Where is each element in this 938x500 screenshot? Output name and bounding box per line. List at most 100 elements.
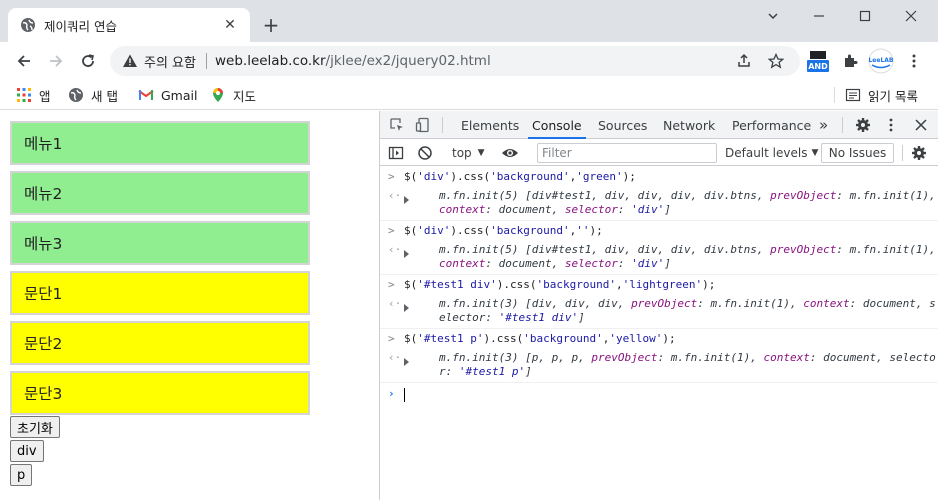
browser-tab[interactable]: 제이쿼리 연습 ✕ <box>8 8 250 42</box>
console-input-line: > $('div').css('background','green'); <box>380 170 938 184</box>
bookmark-gmail[interactable]: Gmail <box>138 85 197 105</box>
extensions-puzzle-icon[interactable] <box>838 49 862 73</box>
maps-pin-icon <box>210 87 226 103</box>
devtools-separator <box>902 145 903 161</box>
profile-label: LeeLAB <box>868 57 894 64</box>
devtools-tab-bar: Elements Console Sources Network Perform… <box>380 111 938 139</box>
chevron-down-icon: ▼ <box>811 148 819 158</box>
window-close-icon[interactable] <box>888 0 934 32</box>
title-bar: 제이쿼리 연습 ✕ + <box>0 0 938 42</box>
bookmark-label: 지도 <box>233 88 257 104</box>
expand-triangle-icon[interactable] <box>404 304 409 312</box>
share-icon[interactable] <box>732 49 756 73</box>
console-input-line: > $('#test1 p').css('background','yellow'… <box>380 332 938 346</box>
input-prompt-icon: > <box>388 332 395 345</box>
paragraph-box-3: 문단3 <box>10 371 310 415</box>
menu-box-1: 메뉴1 <box>10 121 310 165</box>
prompt-chevron-icon: › <box>388 387 395 400</box>
devtools-menu-icon[interactable] <box>882 116 900 134</box>
menu-box-3: 메뉴3 <box>10 221 310 265</box>
inspect-element-icon[interactable] <box>388 116 406 134</box>
tab-network[interactable]: Network <box>663 111 715 139</box>
bookmark-label: Gmail <box>161 87 198 103</box>
bookmark-maps[interactable]: 지도 <box>210 85 256 105</box>
reading-list-button[interactable]: 읽기 목록 <box>845 85 918 105</box>
extension-badge: AND <box>808 62 828 71</box>
input-prompt-icon: > <box>388 170 395 183</box>
reading-list-label: 읽기 목록 <box>868 88 918 104</box>
div-button[interactable]: div <box>10 440 44 462</box>
menu-kebab-icon[interactable] <box>902 49 926 73</box>
bookmarks-bar: 앱 새 탭 Gmail 지도 읽기 목록 <box>0 80 938 110</box>
console-output-line[interactable]: ‹· m.fn.init(3) [p, p, p, prevObject: m.f… <box>380 351 938 379</box>
browser-toolbar: 주의 요함 web.leelab.co.kr/jklee/ex2/jquery0… <box>0 42 938 80</box>
console-result-cont: context: document, selector: 'div'] <box>439 257 671 270</box>
context-value: top <box>452 146 472 160</box>
issues-button[interactable]: No Issues <box>821 143 894 163</box>
console-output-line[interactable]: ‹· m.fn.init(5) [div#test1, div, div, div… <box>380 243 938 271</box>
context-selector[interactable]: top ▼ <box>452 144 485 162</box>
reload-icon[interactable] <box>76 49 100 73</box>
bookmark-label: 새 탭 <box>91 88 118 104</box>
tab-close-icon[interactable]: ✕ <box>222 17 238 33</box>
console-entry: > $('div').css('background','green'); ‹· m… <box>380 167 938 221</box>
devtools-separator <box>842 117 843 133</box>
security-warning-text[interactable]: 주의 요함 <box>144 52 196 71</box>
console-output[interactable]: > $('div').css('background','green'); ‹· m… <box>380 167 938 500</box>
console-entry: > $('#test1 div').css('background','light… <box>380 275 938 329</box>
console-input-line: > $('#test1 div').css('background','light… <box>380 278 938 292</box>
back-arrow-icon[interactable] <box>12 49 36 73</box>
extension-and-icon[interactable]: AND <box>804 49 832 73</box>
console-filter-input[interactable]: Filter <box>537 143 717 163</box>
new-tab-button[interactable]: + <box>260 14 282 36</box>
console-prompt[interactable]: › <box>380 383 938 407</box>
bookmark-star-icon[interactable] <box>764 49 788 73</box>
profile-avatar[interactable]: LeeLAB <box>866 48 896 74</box>
expand-triangle-icon[interactable] <box>404 196 409 204</box>
tab-performance[interactable]: Performance <box>732 111 811 139</box>
reset-button[interactable]: 초기화 <box>10 416 60 438</box>
paragraph-box-2: 문단2 <box>10 321 310 365</box>
console-input-line: > $('div').css('background',''); <box>380 224 938 238</box>
settings-gear-icon[interactable] <box>854 116 872 134</box>
console-command: $('#test1 p').css('background','yellow')… <box>404 332 676 345</box>
return-arrow-icon: ‹· <box>388 351 402 364</box>
globe-icon <box>68 87 84 103</box>
expand-triangle-icon[interactable] <box>404 358 409 366</box>
address-separator <box>205 53 207 69</box>
return-arrow-icon: ‹· <box>388 297 402 310</box>
eye-icon[interactable] <box>501 144 519 162</box>
tab-search-icon[interactable] <box>750 0 796 32</box>
console-toolbar: top ▼ Filter Default levels ▼ No Issues <box>380 140 938 166</box>
sidebar-toggle-icon[interactable] <box>387 144 405 162</box>
page-content: 메뉴1 메뉴2 메뉴3 문단1 문단2 문단3 초기화 div p <box>0 111 379 500</box>
console-settings-gear-icon[interactable] <box>910 144 928 162</box>
device-toolbar-icon[interactable] <box>414 116 432 134</box>
tab-sources[interactable]: Sources <box>598 111 647 139</box>
tab-elements[interactable]: Elements <box>461 111 519 139</box>
bookmark-new-tab[interactable]: 새 탭 <box>68 85 118 105</box>
p-button[interactable]: p <box>10 464 33 486</box>
log-levels-dropdown[interactable]: Default levels ▼ <box>725 144 818 162</box>
console-output-line[interactable]: ‹· m.fn.init(5) [div#test1, div, div, div… <box>380 189 938 217</box>
url-host: web.leelab.co.kr <box>214 53 326 69</box>
tab-console[interactable]: Console <box>528 111 586 139</box>
bookmark-apps[interactable]: 앱 <box>16 85 51 105</box>
forward-arrow-icon[interactable] <box>44 49 68 73</box>
clear-console-icon[interactable] <box>416 144 434 162</box>
expand-triangle-icon[interactable] <box>404 250 409 258</box>
bookmark-label: 앱 <box>39 88 51 104</box>
return-arrow-icon: ‹· <box>388 189 402 202</box>
input-prompt-icon: > <box>388 224 395 237</box>
warning-triangle-icon[interactable] <box>122 53 138 69</box>
tab-title: 제이쿼리 연습 <box>44 18 117 34</box>
more-tabs-icon[interactable]: » <box>819 111 828 139</box>
globe-icon <box>20 17 36 33</box>
console-output-line[interactable]: ‹· m.fn.init(3) [div, div, div, prevObjec… <box>380 297 938 325</box>
devtools-close-icon[interactable] <box>912 116 930 134</box>
console-command: $('#test1 div').css('background','lightg… <box>404 278 716 291</box>
address-bar[interactable]: 주의 요함 web.leelab.co.kr/jklee/ex2/jquery0… <box>110 46 800 76</box>
input-prompt-icon: > <box>388 278 395 291</box>
minimize-icon[interactable] <box>796 0 842 32</box>
maximize-icon[interactable] <box>842 0 888 32</box>
